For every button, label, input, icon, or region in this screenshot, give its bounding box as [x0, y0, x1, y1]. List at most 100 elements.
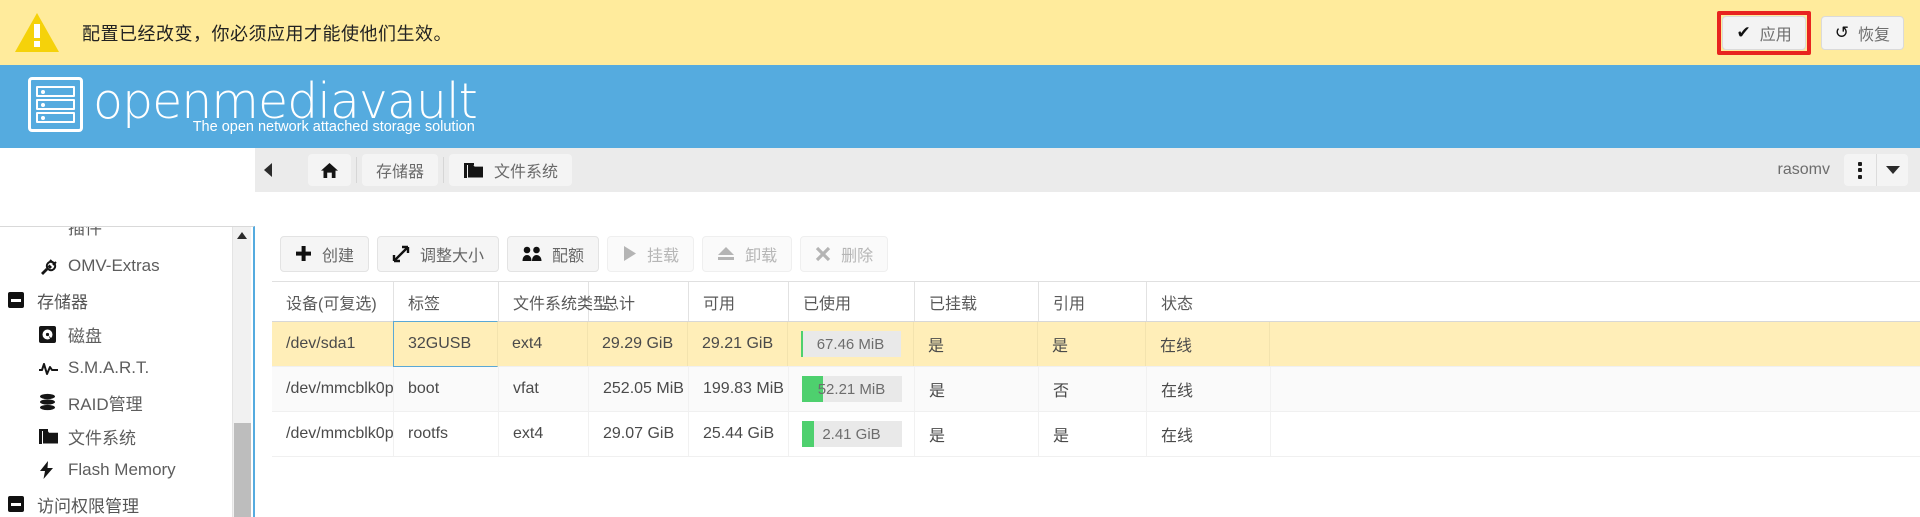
grid-cell-text: 29.21 GiB: [702, 335, 774, 352]
sidebar-scrollbar-thumb[interactable]: [234, 423, 251, 517]
grid-cell-text: 29.07 GiB: [603, 425, 675, 442]
grid-cell-text: /dev/mmcblk0p2: [286, 425, 394, 442]
grid-cell-total[interactable]: 252.05 MiB: [589, 367, 689, 411]
grid-cell-device[interactable]: /dev/mmcblk0p2: [272, 412, 394, 456]
grid-cell-text: ext4: [512, 335, 543, 352]
caret-left-icon[interactable]: [264, 163, 272, 177]
grid-cell-status[interactable]: 在线: [1147, 412, 1271, 456]
grid-column-header-2[interactable]: 文件系统类型: [499, 282, 609, 321]
sidebar-item-0[interactable]: 插件: [0, 227, 253, 249]
usage-progress-label: 2.41 GiB: [822, 425, 881, 443]
grid-cell-used[interactable]: 2.41 GiB: [789, 412, 915, 456]
grid-cell-text: 29.29 GiB: [602, 335, 674, 352]
eject-icon: [717, 246, 735, 261]
grid-cell-label[interactable]: rootfs: [394, 412, 499, 456]
grid-cell-used[interactable]: 67.46 MiB: [788, 322, 914, 366]
breadcrumb-item-storage[interactable]: 存储器: [362, 154, 439, 186]
grid-column-header-label: 设备(可复选): [286, 295, 377, 313]
toolbar-button-1[interactable]: 调整大小: [377, 235, 500, 272]
grid-cell-referenced[interactable]: 是: [1038, 322, 1146, 366]
grid-cell-device[interactable]: /dev/sda1: [272, 322, 394, 366]
resize-arrows-icon: [392, 245, 410, 263]
grid-cell-status[interactable]: 在线: [1146, 322, 1270, 366]
grid-cell-fstype[interactable]: vfat: [499, 367, 589, 411]
sidebar-item-4[interactable]: S.M.A.R.T.: [0, 351, 253, 385]
grid-cell-fstype[interactable]: ext4: [498, 322, 588, 366]
plus-icon: [295, 245, 312, 262]
breadcrumb-item-filesystems[interactable]: 文件系统: [449, 154, 573, 186]
sidebar: 插件 OMV-Extras 存储器磁盘 S.M.A.R.T. RAID管理文件系统 Fla…: [0, 226, 255, 517]
grid-cell-label[interactable]: 32GUSB: [393, 321, 498, 367]
sidebar-item-2[interactable]: 存储器: [0, 283, 253, 317]
grid-cell-used[interactable]: 52.21 MiB: [789, 367, 915, 411]
grid-cell-status[interactable]: 在线: [1147, 367, 1271, 411]
grid-column-header-0[interactable]: 设备(可复选): [272, 282, 394, 321]
sidebar-item-3[interactable]: 磁盘: [0, 317, 253, 351]
grid-cell-text: 252.05 MiB: [603, 380, 684, 397]
kebab-menu-icon[interactable]: [1844, 154, 1876, 186]
sidebar-item-1[interactable]: OMV-Extras: [0, 249, 253, 283]
grid-cell-available[interactable]: 25.44 GiB: [689, 412, 789, 456]
grid-column-header-5[interactable]: 已使用: [789, 282, 915, 321]
revert-button[interactable]: ↺ 恢复: [1820, 15, 1904, 50]
grid-column-header-7[interactable]: 引用: [1039, 282, 1147, 321]
grid-header-row: 设备(可复选) 标签 文件系统类型 总计 可用 已使用 已挂载 引用 状态: [272, 282, 1920, 322]
grid-cell-text: 是: [1052, 338, 1069, 355]
grid-cell-available[interactable]: 29.21 GiB: [688, 322, 788, 366]
breadcrumb: 存储器 文件系统: [308, 154, 573, 186]
grid-cell-text: /dev/mmcblk0p1: [286, 380, 394, 397]
grid-column-header-8[interactable]: 状态: [1147, 282, 1271, 321]
toolbar-button-label: 删除: [841, 247, 874, 265]
sidebar-item-5[interactable]: RAID管理: [0, 385, 253, 419]
grid-cell-label[interactable]: boot: [394, 367, 499, 411]
sidebar-item-6[interactable]: 文件系统: [0, 419, 253, 453]
grid-cell-referenced[interactable]: 否: [1039, 367, 1147, 411]
table-row[interactable]: /dev/sda1 32GUSB ext4 29.29 GiB 29.21 GiB 67.…: [272, 321, 1920, 367]
toolbar-button-label: 挂载: [647, 247, 680, 265]
grid-cell-mounted[interactable]: 是: [914, 322, 1038, 366]
x-icon: [815, 246, 831, 262]
grid-column-header-3[interactable]: 总计: [589, 282, 689, 321]
brand-words: openmediavault The open network attached…: [93, 77, 478, 135]
config-changed-notice: 配置已经改变，你必须应用才能使他们生效。 ✔ 应用 ↺ 恢复: [0, 0, 1920, 65]
sidebar-scrollbar[interactable]: [232, 227, 251, 517]
sidebar-item-label: Flash Memory: [68, 460, 176, 479]
brand-logo-group: openmediavault The open network attached…: [28, 77, 478, 135]
toolbar-button-2[interactable]: 配额: [507, 235, 600, 272]
grid-cell-mounted[interactable]: 是: [915, 367, 1039, 411]
breadcrumb-home[interactable]: [308, 154, 351, 186]
grid-column-header-6[interactable]: 已挂载: [915, 282, 1039, 321]
caret-up-icon[interactable]: [237, 232, 247, 239]
grid-cell-referenced[interactable]: 是: [1039, 412, 1147, 456]
table-row[interactable]: /dev/mmcblk0p2 rootfs ext4 29.07 GiB 25.44 G…: [272, 412, 1920, 457]
sidebar-item-8[interactable]: 访问权限管理: [0, 487, 253, 517]
brand-header: openmediavault The open network attached…: [0, 65, 1920, 148]
toolbar-button-label: 配额: [552, 247, 585, 265]
breadcrumb-item-storage-label: 存储器: [376, 164, 425, 181]
toolbar-button-5: 删除: [800, 235, 889, 272]
apply-button[interactable]: ✔ 应用: [1722, 15, 1806, 50]
toolbar-button-0[interactable]: 创建: [280, 235, 370, 272]
table-row[interactable]: /dev/mmcblk0p1 boot vfat 252.05 MiB 199.83 M…: [272, 367, 1920, 412]
grid-column-header-label: 总计: [603, 295, 636, 313]
grid-cell-available[interactable]: 199.83 MiB: [689, 367, 789, 411]
current-user-label: rasomv: [1777, 161, 1830, 178]
sidebar-item-7[interactable]: Flash Memory: [0, 453, 253, 487]
grid-cell-total[interactable]: 29.29 GiB: [588, 322, 688, 366]
grid-cell-text: 32GUSB: [408, 335, 472, 352]
grid-cell-fstype[interactable]: ext4: [499, 412, 589, 456]
grid-column-header-1[interactable]: 标签: [394, 282, 499, 321]
grid-cell-total[interactable]: 29.07 GiB: [589, 412, 689, 456]
sidebar-item-label: 磁盘: [68, 326, 102, 346]
usage-progress-label: 67.46 MiB: [816, 335, 885, 353]
grid-cell-text: 否: [1053, 383, 1070, 400]
collapse-box-icon[interactable]: [8, 292, 24, 308]
grid-cell-mounted[interactable]: 是: [915, 412, 1039, 456]
grid-cell-device[interactable]: /dev/mmcblk0p1: [272, 367, 394, 411]
sidebar-item-label: RAID管理: [68, 394, 143, 414]
grid-cell-text: 25.44 GiB: [703, 425, 775, 442]
caret-down-icon[interactable]: [1876, 154, 1908, 186]
grid-column-header-4[interactable]: 可用: [689, 282, 789, 321]
collapse-box-icon[interactable]: [8, 496, 24, 512]
filesystems-grid: 设备(可复选) 标签 文件系统类型 总计 可用 已使用 已挂载 引用 状态 /dev/sda1 3…: [272, 282, 1920, 517]
